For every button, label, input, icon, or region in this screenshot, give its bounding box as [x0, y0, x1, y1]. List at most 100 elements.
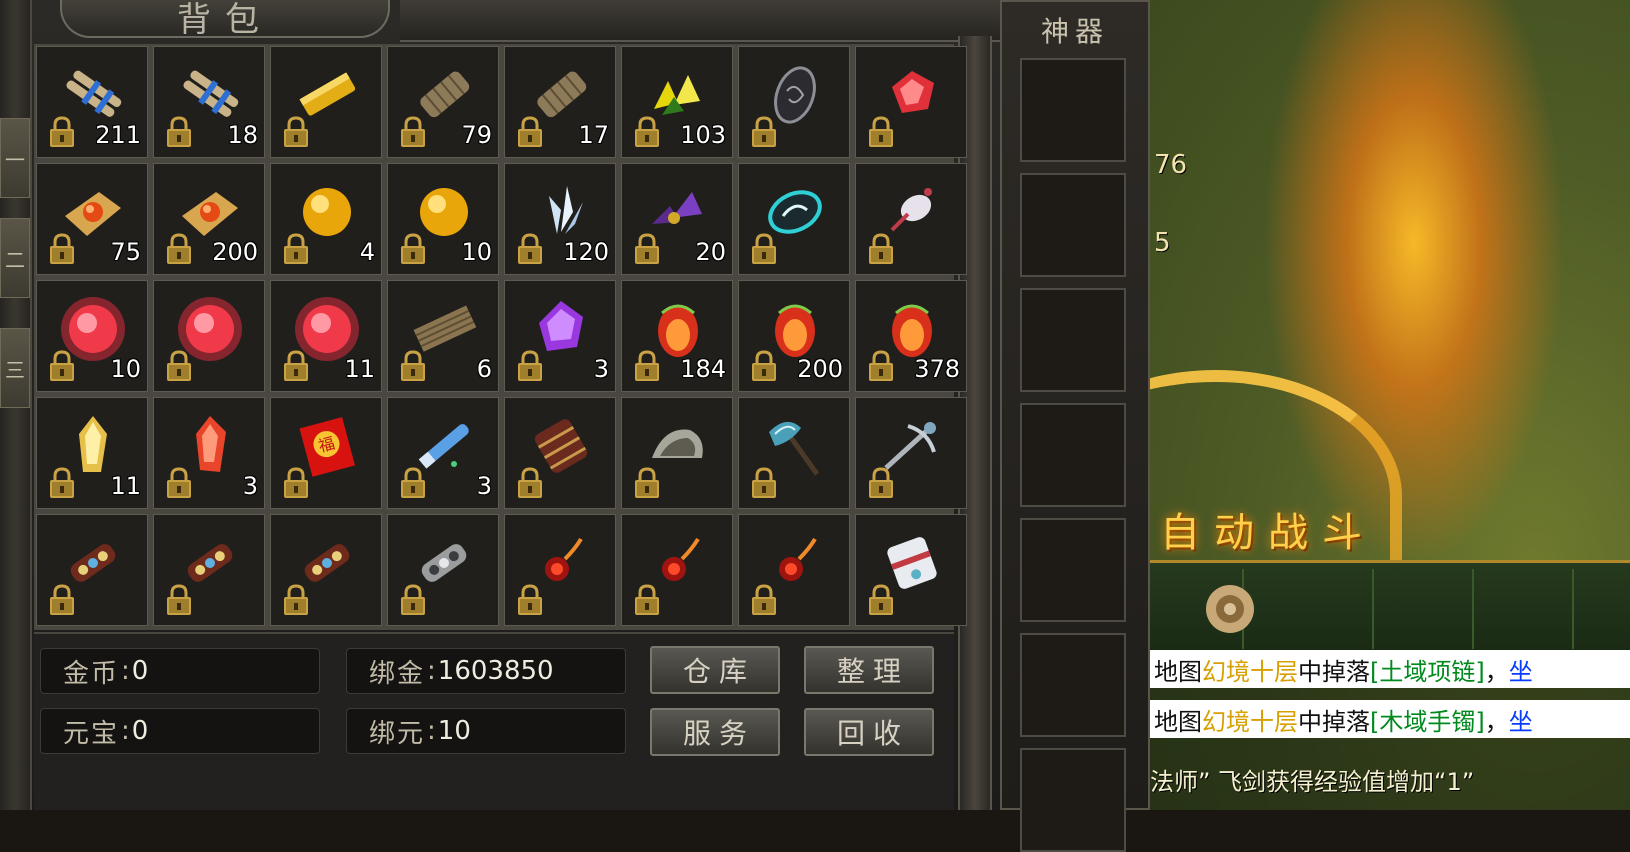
lock-icon — [281, 583, 311, 617]
inventory-slot[interactable] — [855, 514, 967, 626]
item-count: 6 — [476, 355, 492, 383]
lock-icon — [749, 115, 779, 149]
skill-slot[interactable] — [1280, 569, 1374, 649]
artifact-slot[interactable] — [1020, 58, 1126, 162]
left-ornament: 一 二 三 — [0, 0, 32, 810]
inventory-slot[interactable]: 120 — [504, 163, 616, 275]
service-button[interactable]: 服务 — [650, 708, 780, 756]
lock-icon — [749, 583, 779, 617]
inventory-slot[interactable]: 200 — [738, 280, 850, 392]
inventory-slot[interactable]: 福 — [270, 397, 382, 509]
lock-icon — [398, 583, 428, 617]
inventory-slot[interactable] — [621, 397, 733, 509]
inventory-slot[interactable] — [738, 46, 850, 158]
artifact-slot[interactable] — [1020, 403, 1126, 507]
yuanbao-value: 0 — [131, 716, 149, 746]
artifact-slot[interactable] — [1020, 173, 1126, 277]
lock-icon — [47, 115, 77, 149]
inventory-slot[interactable] — [855, 397, 967, 509]
lock-icon — [866, 232, 896, 266]
chat-segment: ， — [1484, 657, 1509, 686]
inventory-slot[interactable] — [270, 514, 382, 626]
artifact-slot[interactable] — [1020, 748, 1126, 852]
inventory-slot[interactable]: 75 — [36, 163, 148, 275]
lock-icon — [164, 232, 194, 266]
gold-separator: : — [121, 656, 130, 686]
currency-area: 金币:0 绑金:1603850 元宝:0 绑元:10 仓库 整理 服务 回收 — [34, 632, 954, 810]
inventory-slot[interactable]: 11 — [36, 397, 148, 509]
inventory-slot[interactable]: 211 — [36, 46, 148, 158]
lock-icon — [866, 466, 896, 500]
inventory-slot[interactable]: 378 — [855, 280, 967, 392]
chat-segment: 中掉落 — [1298, 657, 1370, 686]
lock-icon — [164, 349, 194, 383]
bound-gold-field: 绑金:1603850 — [346, 648, 626, 694]
lock-icon — [398, 115, 428, 149]
artifact-slot[interactable] — [1020, 633, 1126, 737]
item-count: 11 — [344, 355, 375, 383]
bound-yuanbao-label: 绑元 — [369, 718, 426, 749]
lock-icon — [866, 583, 896, 617]
artifact-slot[interactable] — [1020, 288, 1126, 392]
chat-segment: 地图 — [1154, 707, 1202, 736]
inventory-slot[interactable] — [738, 163, 850, 275]
lock-icon — [515, 583, 545, 617]
inventory-slot[interactable]: 200 — [153, 163, 265, 275]
game-world: 76 5 自动战斗 地图 幻境十层 中掉落 [土域项链]，坐 地图 幻境十层 中掉落 [木域… — [1150, 0, 1630, 810]
lock-icon — [281, 232, 311, 266]
inventory-slot[interactable] — [504, 514, 616, 626]
auto-battle-banner: 自动战斗 — [1160, 510, 1376, 556]
inventory-slot[interactable] — [738, 397, 850, 509]
artifact-slot[interactable] — [1020, 518, 1126, 622]
inventory-slot[interactable]: 10 — [36, 280, 148, 392]
lock-icon — [164, 583, 194, 617]
inventory-slot[interactable]: 17 — [504, 46, 616, 158]
item-count: 20 — [695, 238, 726, 266]
inventory-slot[interactable] — [621, 514, 733, 626]
inventory-slot[interactable]: 79 — [387, 46, 499, 158]
chat-line-2: 地图 幻境十层 中掉落 [木域手镯]，坐 — [1150, 700, 1630, 738]
skill-slot[interactable] — [1380, 569, 1474, 649]
lock-icon — [164, 466, 194, 500]
left-tab-2[interactable]: 二 — [0, 218, 30, 298]
inventory-slot[interactable]: 4 — [270, 163, 382, 275]
inventory-slot[interactable] — [153, 280, 265, 392]
inventory-slot[interactable]: 103 — [621, 46, 733, 158]
recycle-button[interactable]: 回收 — [804, 708, 934, 756]
inventory-slot[interactable] — [153, 514, 265, 626]
lock-icon — [47, 232, 77, 266]
inventory-slot[interactable] — [855, 163, 967, 275]
inventory-grid: 211 18 79 17 103 75 200 4 10 120 20 10 11 6 3 184 200 378… — [34, 44, 967, 630]
bound-gold-label: 绑金 — [369, 658, 426, 689]
inventory-slot[interactable] — [738, 514, 850, 626]
left-tab-1[interactable]: 一 — [0, 118, 30, 198]
inventory-slot[interactable]: 20 — [621, 163, 733, 275]
left-tab-3[interactable]: 三 — [0, 328, 30, 408]
inventory-slot[interactable]: 10 — [387, 163, 499, 275]
item-count: 200 — [212, 238, 258, 266]
inventory-slot[interactable] — [855, 46, 967, 158]
inventory-slot[interactable] — [270, 46, 382, 158]
item-count: 18 — [227, 121, 258, 149]
warehouse-button[interactable]: 仓库 — [650, 646, 780, 694]
inventory-slot[interactable] — [504, 397, 616, 509]
skill-slot[interactable] — [1480, 569, 1574, 649]
lock-icon — [632, 349, 662, 383]
inventory-slot[interactable]: 3 — [387, 397, 499, 509]
left-tab-label: 二 — [5, 247, 25, 272]
inventory-slot[interactable]: 3 — [504, 280, 616, 392]
chat-segment: ， — [1484, 707, 1509, 736]
skill-slot[interactable] — [1150, 569, 1254, 649]
sort-button[interactable]: 整理 — [804, 646, 934, 694]
lock-icon — [281, 349, 311, 383]
item-count: 184 — [680, 355, 726, 383]
inventory-slot[interactable] — [387, 514, 499, 626]
inventory-slot[interactable] — [36, 514, 148, 626]
inventory-slot[interactable]: 18 — [153, 46, 265, 158]
inventory-slot[interactable]: 11 — [270, 280, 382, 392]
inventory-slot[interactable]: 184 — [621, 280, 733, 392]
inventory-slot[interactable]: 6 — [387, 280, 499, 392]
inventory-slot[interactable]: 3 — [153, 397, 265, 509]
left-tab-label: 一 — [5, 147, 25, 172]
yuanbao-label: 元宝 — [63, 718, 120, 749]
